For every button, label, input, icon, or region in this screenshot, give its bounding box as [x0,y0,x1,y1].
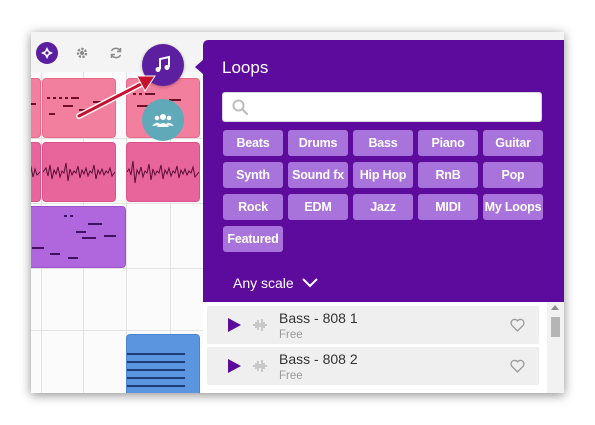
genre-button-my-loops[interactable]: My Loops [483,194,543,220]
genre-button-rock[interactable]: Rock [223,194,283,220]
loops-panel: Loops Beats Drums Bass Piano Guitar Synth Soun… [203,40,564,393]
loop-name: Bass - 808 2 [279,351,358,367]
scale-dropdown[interactable]: Any scale [233,275,318,291]
genre-button-drums[interactable]: Drums [288,130,348,156]
loop-price: Free [279,370,303,382]
scroll-thumb[interactable] [551,317,560,337]
heart-icon[interactable] [510,359,525,373]
genre-filter-grid: Beats Drums Bass Piano Guitar Synth Sound fx Hi… [223,130,545,252]
genre-button-midi[interactable]: MIDI [418,194,478,220]
list-item[interactable]: Bass - 808 1 Free [207,306,539,344]
scrollbar[interactable] [547,302,564,393]
track-clip[interactable] [31,142,41,202]
search-icon [232,99,249,116]
scroll-up-arrow[interactable] [551,305,559,310]
arrow-annotation-icon [76,75,156,119]
loop-list: Bass - 808 1 Free Bass - 808 2 Free [203,302,564,393]
loops-title: Loops [222,58,269,77]
track-clip[interactable] [31,206,126,268]
loop-price: Free [279,329,303,341]
genre-button-pop[interactable]: Pop [483,162,543,188]
genre-button-piano[interactable]: Piano [418,130,478,156]
search-box[interactable] [222,92,542,122]
list-item[interactable]: Bass - 808 2 Free [207,347,539,385]
track-clip[interactable] [42,142,116,202]
genre-button-synth[interactable]: Synth [223,162,283,188]
genre-button-beats[interactable]: Beats [223,130,283,156]
heart-icon[interactable] [510,318,525,332]
genre-button-featured[interactable]: Featured [223,226,283,252]
track-clip[interactable] [126,142,200,202]
search-input[interactable] [255,96,539,120]
loop-name: Bass - 808 1 [279,310,358,326]
track-clip[interactable] [31,78,41,138]
genre-button-rnb[interactable]: RnB [418,162,478,188]
play-icon[interactable] [227,359,241,373]
track-clip[interactable] [126,334,200,393]
scale-dropdown-label: Any scale [233,275,294,291]
genre-button-hip-hop[interactable]: Hip Hop [353,162,413,188]
genre-button-edm[interactable]: EDM [288,194,348,220]
genre-button-sound-fx[interactable]: Sound fx [288,162,348,188]
genre-button-bass[interactable]: Bass [353,130,413,156]
waveform-icon [253,360,267,372]
gear-icon[interactable] [71,42,93,64]
chevron-down-icon [301,278,318,288]
genre-button-jazz[interactable]: Jazz [353,194,413,220]
waveform-icon [253,319,267,331]
play-icon[interactable] [227,318,241,332]
app-window: Loops Beats Drums Bass Piano Guitar Synth Soun… [31,32,564,393]
refresh-icon[interactable] [105,42,127,64]
logo-icon[interactable] [36,42,58,64]
genre-button-guitar[interactable]: Guitar [483,130,543,156]
